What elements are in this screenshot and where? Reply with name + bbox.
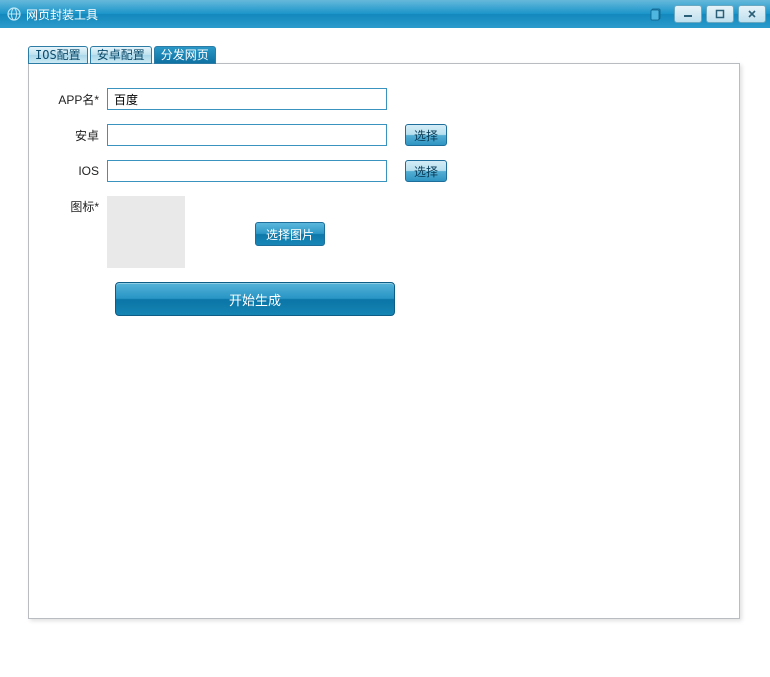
- row-app-name: APP名*: [49, 88, 719, 110]
- minimize-button[interactable]: [674, 5, 702, 23]
- window-title: 网页封装工具: [26, 6, 646, 23]
- label-android: 安卓: [49, 127, 107, 144]
- content-area: IOS配置 安卓配置 分发网页 APP名* 安卓 选择 IOS 选择 图标*: [0, 28, 770, 649]
- icon-preview: [107, 196, 185, 268]
- tab-bar: IOS配置 安卓配置 分发网页: [28, 46, 742, 64]
- choose-image-button[interactable]: 选择图片: [255, 222, 325, 246]
- close-button[interactable]: [738, 5, 766, 23]
- tab-distribute[interactable]: 分发网页: [154, 46, 216, 64]
- input-ios-path[interactable]: [107, 160, 387, 182]
- settings-icon[interactable]: [646, 6, 666, 22]
- window-controls: [646, 5, 766, 23]
- choose-android-button[interactable]: 选择: [405, 124, 447, 146]
- tab-android-config[interactable]: 安卓配置: [90, 46, 152, 64]
- input-android-path[interactable]: [107, 124, 387, 146]
- row-ios: IOS 选择: [49, 160, 719, 182]
- titlebar[interactable]: 网页封装工具: [0, 0, 770, 28]
- label-icon: 图标*: [49, 196, 107, 215]
- maximize-button[interactable]: [706, 5, 734, 23]
- input-app-name[interactable]: [107, 88, 387, 110]
- tab-ios-config[interactable]: IOS配置: [28, 46, 88, 64]
- row-android: 安卓 选择: [49, 124, 719, 146]
- label-ios: IOS: [49, 164, 107, 178]
- row-icon: 图标* 选择图片: [49, 196, 719, 268]
- app-icon: [6, 6, 22, 22]
- label-app-name: APP名*: [49, 91, 107, 108]
- choose-ios-button[interactable]: 选择: [405, 160, 447, 182]
- generate-button[interactable]: 开始生成: [115, 282, 395, 316]
- form-panel: APP名* 安卓 选择 IOS 选择 图标* 选择图片 开始生成: [28, 63, 740, 619]
- app-window: 网页封装工具 IOS配置: [0, 0, 770, 677]
